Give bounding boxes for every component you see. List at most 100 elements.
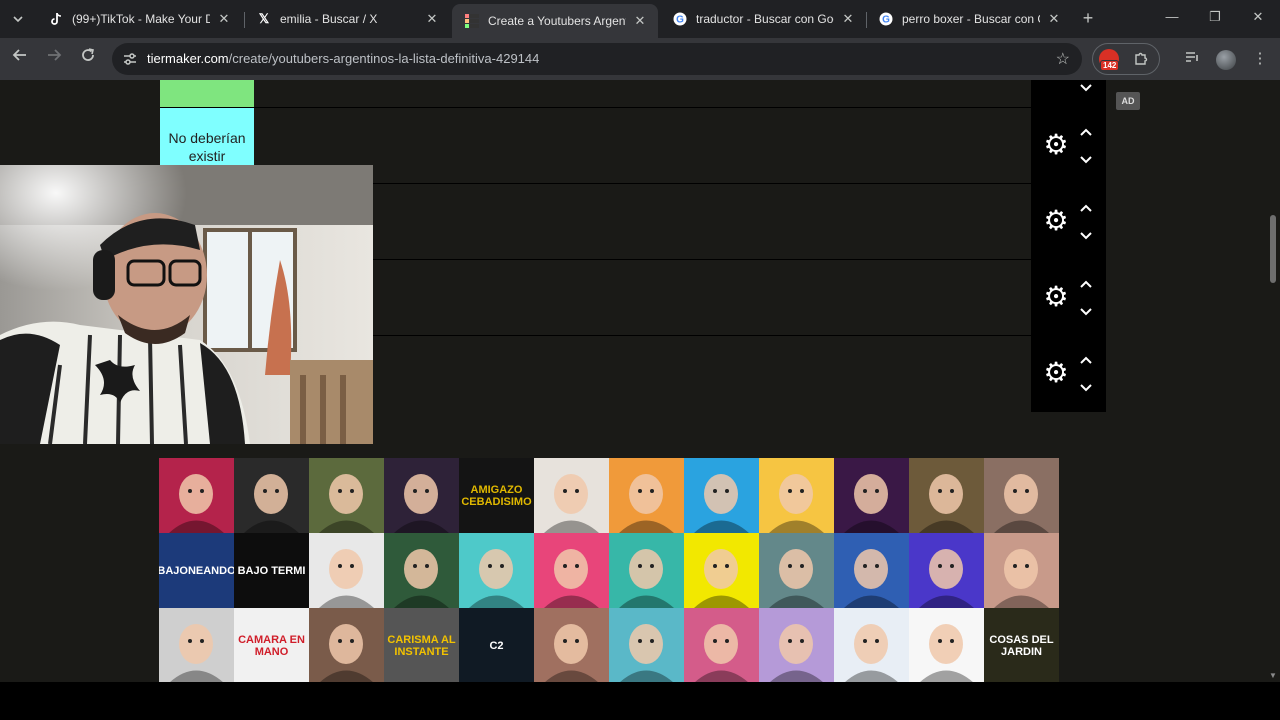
menu-kebab-icon[interactable]: ⋮: [1250, 49, 1270, 67]
tile-cartoon-cap[interactable]: [909, 533, 984, 608]
tile-mouth-logo[interactable]: [909, 608, 984, 682]
tile-portrait: [920, 624, 973, 682]
tile-carisma[interactable]: CARISMA AL INSTANTE: [384, 608, 459, 682]
site-settings-icon[interactable]: [122, 51, 138, 67]
tile-face-green[interactable]: [384, 533, 459, 608]
close-tab-icon[interactable]: ✕: [424, 11, 440, 27]
tab-tiermaker[interactable]: Create a Youtubers Argentinos ✕: [452, 4, 658, 38]
move-up-icon[interactable]: [1075, 124, 1097, 140]
tier-label[interactable]: [160, 80, 254, 107]
tile-amigazo[interactable]: AMIGAZO CEBADISIMO: [459, 458, 534, 533]
puzzle-icon[interactable]: [1133, 50, 1149, 70]
tab-x[interactable]: 𝕏 emilia - Buscar / X ✕: [244, 4, 450, 34]
tile-mushroom[interactable]: [459, 533, 534, 608]
chevron-down-icon: [13, 16, 23, 23]
tile-woman-smile[interactable]: [534, 608, 609, 682]
tile-running[interactable]: [684, 458, 759, 533]
tile-cat-space[interactable]: [909, 458, 984, 533]
tile-smiling-boy[interactable]: [834, 608, 909, 682]
tile-portrait: [919, 474, 974, 533]
move-up-icon[interactable]: [1075, 276, 1097, 292]
tile-cartoon-boy[interactable]: [609, 608, 684, 682]
move-down-icon[interactable]: [1075, 380, 1097, 396]
tile-portrait: [994, 474, 1049, 533]
tile-caption: BAJO TERMI: [237, 564, 306, 577]
tile-soccer[interactable]: [684, 608, 759, 682]
move-down-icon[interactable]: [1075, 152, 1097, 168]
back-button[interactable]: [8, 47, 32, 71]
google-icon: G: [672, 11, 688, 27]
move-down-icon[interactable]: [1075, 304, 1097, 320]
tile-bajo-terminal[interactable]: BAJO TERMI: [234, 533, 309, 608]
tile-girl-brown[interactable]: [309, 608, 384, 682]
close-tab-icon[interactable]: ✕: [216, 11, 232, 27]
tile-portrait: [694, 549, 749, 608]
forward-button[interactable]: [42, 47, 66, 71]
tile-portrait: [770, 624, 823, 682]
gear-icon[interactable]: ⚙: [1041, 206, 1071, 236]
tab-search-button[interactable]: [6, 7, 30, 31]
tile-cartoon-drink[interactable]: [309, 533, 384, 608]
tile-purple-girl[interactable]: [759, 608, 834, 682]
close-tab-icon[interactable]: ✕: [840, 11, 856, 27]
tile-portrait: [469, 549, 524, 608]
close-tab-icon[interactable]: ✕: [1046, 11, 1062, 27]
tile-redhead[interactable]: [534, 458, 609, 533]
tile-sunglasses[interactable]: [759, 533, 834, 608]
close-window-icon[interactable]: ✕: [1248, 9, 1268, 25]
tile-boy-room[interactable]: [309, 458, 384, 533]
tile-cartoon-pink[interactable]: [384, 458, 459, 533]
move-down-icon[interactable]: [1075, 228, 1097, 244]
bookmark-star-icon[interactable]: ☆: [1056, 49, 1070, 69]
tile-bw-man[interactable]: [159, 608, 234, 682]
tab-perro-boxer[interactable]: G perro boxer - Buscar con Google ✕: [866, 4, 1072, 34]
tile-girl-yellow[interactable]: [984, 533, 1059, 608]
tile-yellow-boy[interactable]: [684, 533, 759, 608]
gear-icon[interactable]: ⚙: [1041, 130, 1071, 160]
gear-icon[interactable]: ⚙: [1041, 358, 1071, 388]
tile-c2[interactable]: C2: [459, 608, 534, 682]
tile-cosas-jardin[interactable]: COSAS DEL JARDIN: [984, 608, 1059, 682]
scrollbar-thumb[interactable]: [1270, 215, 1276, 283]
tier-controls: [1031, 80, 1106, 108]
page-scrollbar[interactable]: ▼: [1266, 80, 1280, 682]
address-bar[interactable]: tiermaker.com/create/youtubers-argentino…: [112, 43, 1082, 75]
tiktok-icon: [48, 11, 64, 27]
tile-portrait: [994, 549, 1049, 608]
move-down-icon[interactable]: [1075, 80, 1097, 96]
tier-row: [160, 80, 1106, 108]
scroll-down-arrow-icon[interactable]: ▼: [1269, 671, 1277, 680]
tile-boy-yellow[interactable]: [759, 458, 834, 533]
forward-arrow-icon: [48, 49, 62, 61]
tile-cartoon-glasses[interactable]: [234, 458, 309, 533]
tile-blue-hair[interactable]: [159, 458, 234, 533]
extension-badge: 142: [1100, 60, 1120, 71]
tile-portrait: [244, 474, 299, 533]
tile-portrait: [169, 474, 224, 533]
tile-girl-makeup[interactable]: [984, 458, 1059, 533]
tile-camara-mano[interactable]: CAMARA EN MANO: [234, 608, 309, 682]
move-up-icon[interactable]: [1075, 352, 1097, 368]
profile-avatar[interactable]: [1216, 50, 1236, 70]
media-queue-icon[interactable]: [1182, 49, 1202, 69]
svg-text:G: G: [676, 15, 684, 26]
tile-goku[interactable]: [609, 458, 684, 533]
gear-icon[interactable]: ⚙: [1041, 282, 1071, 312]
tile-dino-boy[interactable]: [609, 533, 684, 608]
tab-traductor[interactable]: G traductor - Buscar con Google ✕: [660, 4, 866, 34]
tier-controls: ⚙: [1031, 108, 1106, 184]
tile-bajoneando[interactable]: BAJONEANDO: [159, 533, 234, 608]
new-tab-button[interactable]: +: [1078, 8, 1098, 28]
tile-pink-girl[interactable]: [534, 533, 609, 608]
tab-tiktok[interactable]: (99+)TikTok - Make Your Day ✕: [36, 4, 242, 34]
tile-portrait: [919, 549, 974, 608]
reload-button[interactable]: [76, 47, 100, 71]
move-up-icon[interactable]: [1075, 200, 1097, 216]
minimize-icon[interactable]: —: [1162, 9, 1182, 24]
tile-alien[interactable]: [834, 458, 909, 533]
tile-sonic[interactable]: [834, 533, 909, 608]
x-icon: 𝕏: [258, 11, 270, 26]
close-tab-icon[interactable]: ✕: [632, 13, 648, 29]
ad-badge[interactable]: AD: [1116, 92, 1140, 110]
restore-icon[interactable]: ❐: [1205, 9, 1225, 25]
